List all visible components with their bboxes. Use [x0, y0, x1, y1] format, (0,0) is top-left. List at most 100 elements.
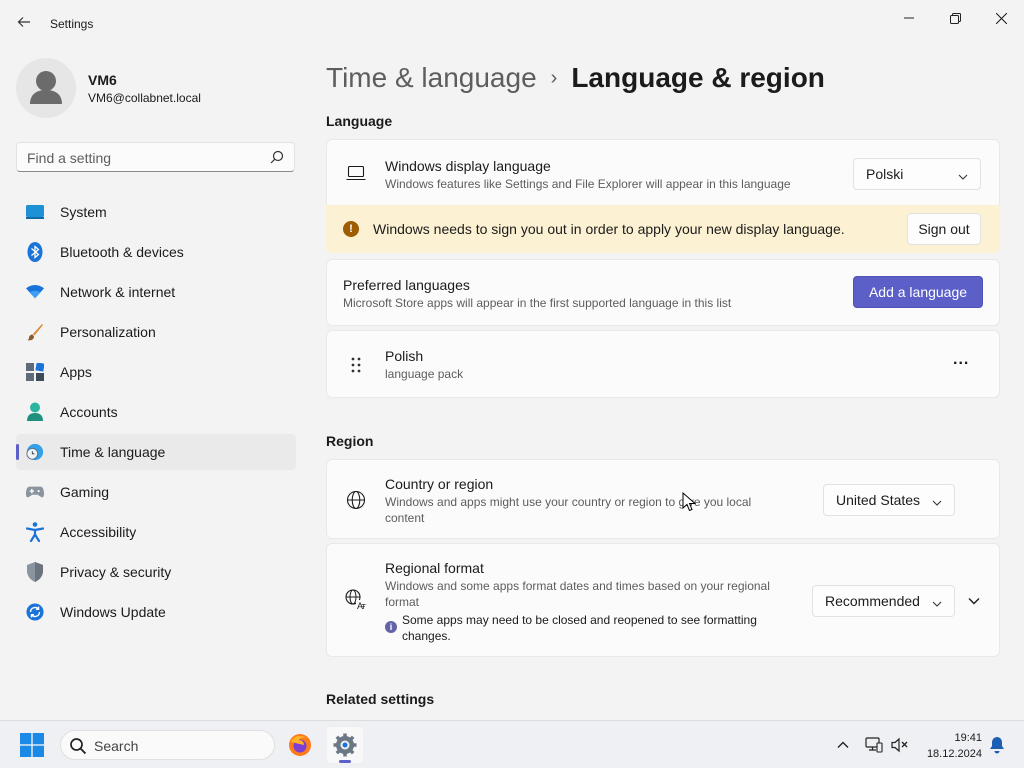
display-language-value: Polski [866, 166, 904, 182]
breadcrumb-parent[interactable]: Time & language [326, 62, 537, 94]
more-options-button[interactable]: ... [953, 351, 969, 369]
search-input[interactable]: Find a setting [16, 142, 295, 172]
person-icon [30, 71, 62, 104]
chevron-down-icon [932, 596, 942, 612]
mouse-cursor-icon [682, 492, 696, 512]
chevron-down-icon [932, 495, 942, 511]
start-button[interactable] [14, 727, 50, 763]
sidebar-item-apps[interactable]: Apps [16, 354, 296, 390]
regional-format-note-1: Some apps may need to be closed and reop… [402, 613, 757, 627]
sidebar-item-label: Apps [60, 364, 92, 380]
expand-chevron-icon[interactable] [967, 594, 981, 611]
sign-out-button[interactable]: Sign out [907, 213, 981, 245]
user-email: VM6@collabnet.local [88, 91, 201, 105]
preferred-languages-card: Preferred languages Microsoft Store apps… [326, 259, 1000, 326]
display-language-dropdown[interactable]: Polski [853, 158, 981, 190]
minimize-button[interactable] [886, 4, 932, 32]
taskbar-firefox[interactable] [282, 727, 318, 763]
related-settings-heading: Related settings [326, 691, 435, 707]
sidebar-item-windows-update[interactable]: Windows Update [16, 594, 296, 630]
regional-format-note-2: changes. [402, 629, 451, 643]
search-placeholder: Find a setting [27, 150, 112, 166]
sidebar-item-label: Accessibility [60, 524, 137, 540]
regional-format-desc-1: Windows and some apps format dates and t… [385, 579, 770, 593]
country-region-desc-2: content [385, 511, 425, 525]
warning-icon: ! [343, 221, 359, 237]
globe-clock-icon [26, 443, 44, 461]
chevron-up-icon[interactable] [834, 736, 852, 754]
drag-handle-icon[interactable] [345, 354, 367, 376]
sidebar-nav: System Bluetooth & devices Network & int… [16, 194, 296, 634]
language-heading: Language [326, 113, 393, 129]
taskbar-search[interactable]: Search [60, 730, 275, 760]
bluetooth-icon [26, 242, 44, 262]
shield-icon [26, 562, 44, 582]
apps-icon [26, 363, 44, 381]
accessibility-icon [26, 522, 44, 542]
regional-format-desc-2: format [385, 595, 420, 609]
sidebar-item-accessibility[interactable]: Accessibility [16, 514, 296, 550]
language-pack-desc: language pack [385, 367, 464, 381]
sidebar-item-label: Privacy & security [60, 564, 172, 580]
network-icon[interactable] [865, 736, 883, 754]
country-region-dropdown[interactable]: United States [823, 484, 955, 516]
system-icon [26, 203, 44, 221]
preferred-languages-title: Preferred languages [343, 277, 470, 293]
notification-bell-icon[interactable] [988, 736, 1006, 754]
sidebar-item-system[interactable]: System [16, 194, 296, 230]
gamepad-icon [26, 483, 44, 501]
close-button[interactable] [978, 4, 1024, 32]
warning-text: Windows needs to sign you out in order t… [373, 221, 845, 237]
sidebar-item-label: Network & internet [60, 284, 176, 300]
sidebar-item-gaming[interactable]: Gaming [16, 474, 296, 510]
sidebar-item-bluetooth[interactable]: Bluetooth & devices [16, 234, 296, 270]
user-name: VM6 [88, 72, 117, 88]
restore-icon [949, 12, 961, 24]
country-region-card: Country or region Windows and apps might… [326, 459, 1000, 539]
language-name: Polish [385, 348, 424, 364]
sidebar-item-accounts[interactable]: Accounts [16, 394, 296, 430]
sidebar-item-personalization[interactable]: Personalization [16, 314, 296, 350]
back-arrow-icon [17, 17, 30, 27]
sidebar-item-label: Accounts [60, 404, 118, 420]
window-title: Settings [50, 17, 94, 31]
add-language-button[interactable]: Add a language [853, 276, 983, 308]
avatar[interactable] [16, 58, 76, 118]
sidebar-item-label: System [60, 204, 107, 220]
taskbar: Search 19:41 18.12.2024 [0, 720, 1024, 768]
preferred-languages-desc: Microsoft Store apps will appear in the … [343, 296, 732, 310]
sidebar-item-privacy[interactable]: Privacy & security [16, 554, 296, 590]
page-title: Language & region [571, 62, 825, 93]
breadcrumb: Time & language › Language & region [326, 58, 825, 98]
sidebar-item-label: Gaming [60, 484, 110, 500]
brush-icon [26, 323, 44, 341]
windows-logo-icon [20, 733, 44, 757]
maximize-button[interactable] [932, 4, 978, 32]
taskbar-search-placeholder: Search [94, 738, 139, 754]
region-heading: Region [326, 433, 374, 449]
display-language-desc: Windows features like Settings and File … [385, 177, 791, 191]
title-bar: Settings [0, 0, 1024, 48]
language-format-icon: AŦ [345, 589, 367, 611]
volume-muted-icon[interactable] [891, 736, 909, 754]
clock-time: 19:41 [954, 732, 982, 744]
back-button[interactable] [12, 10, 36, 34]
sidebar-item-time-language[interactable]: Time & language [16, 434, 296, 470]
wifi-icon [26, 283, 44, 301]
sidebar-item-label: Windows Update [60, 604, 166, 620]
taskbar-settings[interactable] [327, 727, 363, 763]
accounts-icon [26, 402, 44, 421]
sidebar-item-network[interactable]: Network & internet [16, 274, 296, 310]
search-icon [69, 737, 87, 758]
clock-date: 18.12.2024 [926, 748, 982, 760]
language-list-item: Polish language pack ... [326, 330, 1000, 398]
country-region-desc-1: Windows and apps might use your country … [385, 495, 752, 509]
laptop-icon [345, 162, 367, 184]
breadcrumb-separator: › [550, 66, 558, 89]
regional-format-card[interactable]: AŦ Regional format Windows and some apps… [326, 543, 1000, 657]
gear-icon [333, 733, 357, 757]
minimize-icon [904, 17, 914, 19]
regional-format-dropdown[interactable]: Recommended [812, 585, 955, 617]
firefox-icon [289, 734, 311, 756]
clock[interactable]: 19:41 18.12.2024 [927, 730, 982, 762]
